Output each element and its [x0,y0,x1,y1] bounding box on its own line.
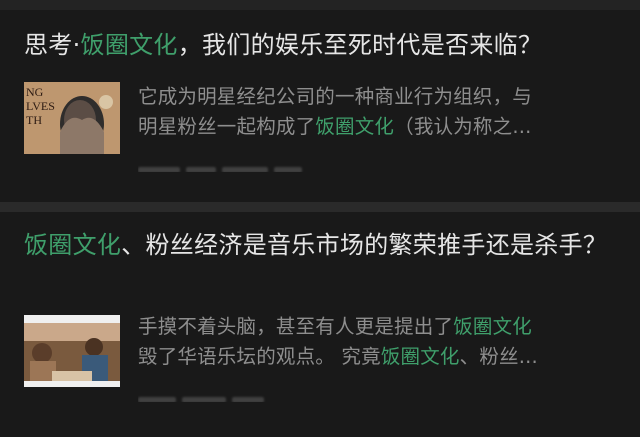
excerpt-line: 手摸不着头脑，甚至有人更是提出了饭圈文化 [138,312,616,342]
article-thumbnail[interactable]: NG LVES TH [24,82,120,154]
article-excerpt: 手摸不着头脑，甚至有人更是提出了饭圈文化 毁了华语乐坛的观点。 究竟饭圈文化、粉… [138,312,616,372]
article-card[interactable]: 饭圈文化、粉丝经济是音乐市场的繁荣推手还是杀手？ 手摸不着头脑，甚至有人更是提出… [0,212,640,437]
thumbnail-lettering: TH [26,113,42,127]
truncated-text-fade [138,158,338,172]
excerpt-line: 明星粉丝一起构成了饭圈文化（我认为称之... [138,112,616,142]
excerpt-keyword-highlight: 饭圈文化 [315,115,395,138]
excerpt-text: 毁了华语乐坛的观点。 究竟 [138,345,381,368]
excerpt-line: 它成为明星经纪公司的一种商业行为组织，与 [138,85,533,108]
excerpt-line: 毁了华语乐坛的观点。 究竟饭圈文化、粉丝... [138,342,616,372]
title-keyword-highlight: 饭圈文化 [80,31,178,59]
thumbnail-lettering: NG [26,85,44,99]
excerpt-text: 明星粉丝一起构成了 [138,115,316,138]
truncated-text-fade [138,388,338,402]
card-separator [0,202,640,212]
article-excerpt: 它成为明星经纪公司的一种商业行为组织，与 明星粉丝一起构成了饭圈文化（我认为称之… [138,82,616,142]
title-text: 、粉丝经济是音乐市场的繁荣推手还是杀手？ [121,231,608,259]
excerpt-text: （我认为称之... [394,115,532,138]
title-text: 思考· [24,31,81,59]
top-separator [0,0,640,10]
excerpt-keyword-highlight: 饭圈文化 [453,315,533,338]
article-thumbnail[interactable] [24,315,120,387]
article-card[interactable]: 思考·饭圈文化，我们的娱乐至死时代是否来临？ NG LVES TH 它成为明星经… [0,10,640,202]
excerpt-text: 、粉丝... [459,345,538,368]
thumbnail-lettering: LVES [26,99,55,113]
title-text: ，我们的娱乐至死时代是否来临？ [177,31,543,59]
excerpt-keyword-highlight: 饭圈文化 [380,345,460,368]
article-title[interactable]: 饭圈文化、粉丝经济是音乐市场的繁荣推手还是杀手？ [24,230,616,261]
title-keyword-highlight: 饭圈文化 [24,231,122,259]
excerpt-text: 手摸不着头脑，甚至有人更是提出了 [138,315,454,338]
article-title[interactable]: 思考·饭圈文化，我们的娱乐至死时代是否来临？ [24,30,616,61]
